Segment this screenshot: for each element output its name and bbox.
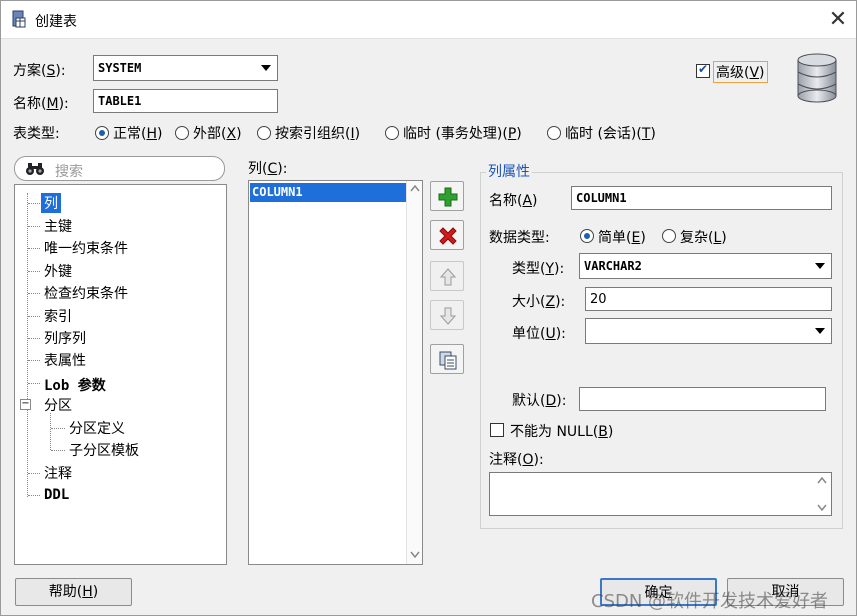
search-field[interactable]: 搜索	[14, 156, 225, 181]
columns-label: 列(C):	[248, 161, 288, 177]
close-icon: ✕	[828, 7, 848, 32]
database-table-icon	[12, 10, 26, 28]
help-button[interactable]: 帮助(H)	[15, 578, 132, 606]
radio-external[interactable]	[175, 126, 189, 140]
tree-item-subpartition-templates[interactable]: 子分区模板	[69, 440, 139, 460]
schema-label: 方案(S):	[13, 63, 66, 79]
default-label: 默认(D):	[512, 393, 567, 409]
datatype-label: 数据类型:	[489, 230, 550, 246]
column-name-input[interactable]: COLUMN1	[571, 186, 832, 210]
plus-icon	[438, 187, 458, 207]
radio-index-organized[interactable]	[257, 126, 271, 140]
radio-index-organized-label[interactable]: 按索引组织(I)	[275, 123, 360, 143]
comment-label: 注释(O):	[489, 452, 544, 468]
tree-item-partition-definitions[interactable]: 分区定义	[69, 418, 125, 438]
radio-temp-transaction-label[interactable]: 临时 (事务处理)(P)	[403, 123, 522, 143]
radio-complex-label[interactable]: 复杂(L)	[680, 227, 727, 247]
move-down-button[interactable]	[430, 300, 464, 330]
tree-item-primary-key[interactable]: 主键	[44, 216, 72, 236]
table-type-label: 表类型:	[13, 126, 60, 142]
tree-item-table-properties[interactable]: 表属性	[44, 350, 86, 370]
advanced-checkbox[interactable]	[696, 62, 710, 78]
default-input[interactable]	[579, 387, 826, 411]
type-select[interactable]: VARCHAR2	[579, 253, 832, 279]
scroll-up-icon[interactable]	[817, 477, 827, 484]
delete-column-button[interactable]	[430, 220, 464, 250]
type-value: VARCHAR2	[584, 259, 642, 273]
chevron-down-icon	[815, 263, 825, 269]
title-bar: 创建表 ✕	[1, 1, 856, 39]
tree-item-column-sequences[interactable]: 列序列	[44, 328, 86, 348]
arrow-down-icon	[439, 307, 457, 325]
radio-temp-session-label[interactable]: 临时 (会话)(T)	[565, 123, 656, 143]
column-name-value: COLUMN1	[576, 191, 627, 205]
column-properties-title: 列属性	[486, 161, 532, 181]
tree-item-partitions[interactable]: 分区	[44, 395, 72, 415]
radio-complex[interactable]	[662, 229, 676, 243]
tree-item-unique-constraints[interactable]: 唯一约束条件	[44, 238, 128, 258]
tree-item-columns[interactable]: 列	[41, 193, 61, 213]
create-table-dialog: 创建表 ✕ 方案(S): SYSTEM 名称(M): TABLE1 高级(V) …	[0, 0, 857, 616]
watermark: CSDN @软件开发技术爱好者	[591, 591, 829, 612]
schema-value: SYSTEM	[98, 61, 142, 75]
advanced-label[interactable]: 高级(V)	[713, 61, 768, 83]
copy-column-button[interactable]	[430, 344, 464, 374]
add-column-button[interactable]	[430, 181, 464, 211]
size-label: 大小(Z):	[512, 294, 566, 310]
scroll-down-icon[interactable]	[410, 551, 420, 558]
tree-item-indexes[interactable]: 索引	[44, 306, 72, 326]
database-icon	[797, 53, 837, 103]
list-item-selected[interactable]: COLUMN1	[250, 183, 407, 202]
arrow-up-icon	[439, 268, 457, 286]
not-null-label[interactable]: 不能为 NULL(B)	[510, 421, 613, 441]
radio-normal[interactable]	[95, 126, 109, 140]
tree-item-lob-parameters[interactable]: Lob 参数	[44, 375, 106, 395]
unit-select[interactable]	[585, 318, 832, 344]
navigation-tree: 列 主键 唯一约束条件 外键 检查约束条件 索引 列序列 表属性 Lob 参数 …	[14, 184, 227, 565]
close-button[interactable]: ✕	[823, 5, 853, 35]
radio-normal-label[interactable]: 正常(H)	[113, 123, 162, 143]
move-up-button[interactable]	[430, 261, 464, 291]
scroll-down-icon[interactable]	[817, 504, 827, 511]
unit-label: 单位(U):	[512, 326, 566, 342]
tree-item-foreign-keys[interactable]: 外键	[44, 261, 72, 281]
not-null-checkbox[interactable]	[490, 423, 504, 437]
delete-icon	[439, 227, 457, 245]
column-item: COLUMN1	[252, 185, 303, 199]
radio-temp-session[interactable]	[547, 126, 561, 140]
table-name-value: TABLE1	[98, 94, 142, 108]
schema-select[interactable]: SYSTEM	[93, 55, 278, 81]
radio-simple-label[interactable]: 简单(E)	[598, 227, 646, 247]
column-name-label: 名称(A)	[489, 193, 538, 209]
size-input[interactable]: 20	[585, 287, 832, 311]
window-title: 创建表	[35, 14, 77, 30]
columns-scrollbar[interactable]	[406, 181, 422, 564]
radio-external-label[interactable]: 外部(X)	[193, 123, 242, 143]
columns-list[interactable]: COLUMN1	[248, 180, 423, 565]
tree-item-ddl[interactable]: DDL	[44, 487, 69, 503]
comment-textarea[interactable]	[489, 472, 832, 516]
chevron-down-icon	[815, 328, 825, 334]
tree-item-check-constraints[interactable]: 检查约束条件	[44, 283, 128, 303]
copy-icon	[439, 351, 457, 370]
chevron-down-icon	[261, 65, 271, 71]
table-name-input[interactable]: TABLE1	[93, 89, 278, 113]
name-label: 名称(M):	[13, 96, 69, 112]
type-label: 类型(Y):	[512, 261, 565, 277]
collapse-icon[interactable]: −	[20, 399, 31, 410]
scroll-up-icon[interactable]	[410, 185, 420, 192]
search-placeholder: 搜索	[55, 164, 83, 180]
binoculars-icon	[26, 163, 44, 175]
tree-item-comments[interactable]: 注释	[44, 463, 72, 483]
radio-simple[interactable]	[580, 229, 594, 243]
size-value: 20	[590, 292, 607, 307]
radio-temp-transaction[interactable]	[385, 126, 399, 140]
